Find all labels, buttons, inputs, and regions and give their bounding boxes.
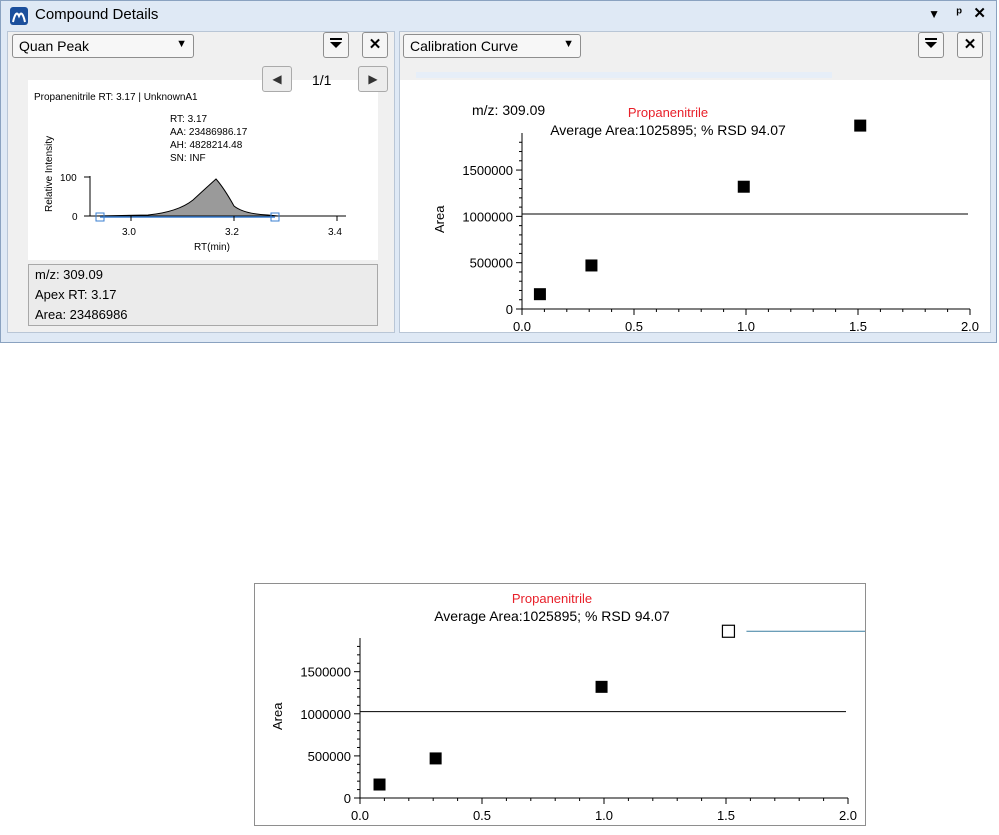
- y-tick-label: 0: [506, 302, 513, 317]
- options-menu-button[interactable]: [918, 32, 944, 58]
- x-tick-label-3-0: 3.0: [122, 227, 136, 238]
- y-tick-label: 1500000: [462, 163, 513, 178]
- y-tick-label: 1000000: [462, 209, 513, 224]
- chart-title: Propanenitrile: [512, 591, 592, 606]
- close-pane-button[interactable]: ✕: [957, 32, 983, 58]
- peak-pager: 1/1: [312, 72, 332, 88]
- peak-plot-area: Propanenitrile RT: 3.17 | UnknownA1 RT: …: [28, 80, 378, 260]
- right-view-selector-label: Calibration Curve: [410, 38, 519, 54]
- chart-subtitle: Average Area:1025895; % RSD 94.07: [550, 122, 786, 138]
- x-tick-label: 1.5: [717, 808, 735, 823]
- x-tick-label: 1.5: [849, 319, 867, 332]
- chevron-down-icon: ▼: [176, 38, 187, 50]
- left-view-selector-label: Quan Peak: [19, 38, 90, 54]
- y-tick-label: 500000: [308, 749, 351, 764]
- calibration-point: [854, 119, 867, 132]
- calibration-chart-zoom: Propanenitrile Average Area:1025895; % RS…: [254, 583, 909, 826]
- next-peak-button[interactable]: ▶: [358, 66, 388, 92]
- y-tick-label: 1000000: [300, 707, 351, 722]
- plot-toolbar-strip: [416, 72, 832, 78]
- calibration-point: [533, 288, 546, 301]
- info-mz: m/z: 309.09: [35, 267, 103, 282]
- peak-header: Propanenitrile RT: 3.17 | UnknownA1: [34, 92, 198, 103]
- calibration-point: [737, 180, 750, 193]
- close-window-icon[interactable]: ✕: [973, 4, 986, 22]
- window-title: Compound Details: [35, 6, 159, 23]
- app-logo-icon: [10, 7, 28, 25]
- right-view-selector[interactable]: Calibration Curve ▼: [403, 34, 581, 58]
- y-tick-label: 500000: [470, 256, 513, 271]
- x-tick-label: 2.0: [961, 319, 979, 332]
- annotation-rt: RT: 3.17: [170, 114, 207, 125]
- annotation-ah: AH: 4828214.48: [170, 140, 243, 151]
- chevron-down-icon: ▼: [563, 38, 574, 50]
- calibration-point: [373, 778, 386, 791]
- annotation-aa: AA: 23486986.17: [170, 127, 248, 138]
- y-tick-label-100: 100: [60, 173, 77, 184]
- peak-area: [95, 178, 279, 217]
- calibration-point-excluded: [721, 624, 736, 638]
- y-axis-label: Area: [270, 702, 285, 730]
- x-axis-label: RT(min): [194, 242, 230, 253]
- x-tick-label: 0.5: [473, 808, 491, 823]
- peak-chromatogram: Propanenitrile RT: 3.17 | UnknownA1 RT: …: [34, 92, 346, 253]
- calibration-plot-area: m/z: 309.09 Propanenitrile Average Area:1…: [400, 80, 990, 332]
- x-tick-label: 0.5: [625, 319, 643, 332]
- menu-lines-icon: [330, 38, 342, 48]
- calibration-point: [585, 259, 598, 272]
- x-tick-label: 2.0: [839, 808, 857, 823]
- close-pane-button[interactable]: ✕: [362, 32, 388, 58]
- x-tick-label-3-2: 3.2: [225, 227, 239, 238]
- chart-title: Propanenitrile: [628, 105, 708, 120]
- chart-subtitle: Average Area:1025895; % RSD 94.07: [434, 608, 670, 624]
- peak-info-box: m/z: 309.09 Apex RT: 3.17 Area: 23486986: [28, 264, 378, 326]
- calibration-curve-pane: Calibration Curve ▼ ✕ m/z: 309.09 Propan…: [399, 31, 991, 333]
- menu-lines-icon: [925, 38, 937, 48]
- annotation-sn: SN: INF: [170, 153, 206, 164]
- y-tick-label-0: 0: [72, 212, 78, 223]
- x-tick-label: 1.0: [595, 808, 613, 823]
- quan-peak-pane: Quan Peak ▼ ✕ Propanenitrile RT: 3.17 | …: [7, 31, 395, 333]
- y-tick-label: 0: [344, 791, 351, 806]
- info-apex-rt: Apex RT: 3.17: [35, 287, 117, 302]
- title-bar: Compound Details ▼ ᵖ ✕: [1, 1, 998, 31]
- x-tick-label-3-4: 3.4: [328, 227, 342, 238]
- calibration-point: [429, 752, 442, 765]
- y-axis-label: Area: [432, 205, 447, 233]
- calibration-point: [595, 680, 608, 693]
- left-view-selector[interactable]: Quan Peak ▼: [12, 34, 194, 58]
- dropdown-menu-icon[interactable]: ▼: [928, 7, 940, 21]
- pin-icon[interactable]: ᵖ: [957, 4, 962, 20]
- x-tick-label: 0.0: [351, 808, 369, 823]
- previous-peak-button[interactable]: ◀: [262, 66, 292, 92]
- x-tick-label: 0.0: [513, 319, 531, 332]
- options-menu-button[interactable]: [323, 32, 349, 58]
- x-tick-label: 1.0: [737, 319, 755, 332]
- calibration-chart-enlarged: Propanenitrile Average Area:1025895; % RS…: [270, 591, 909, 823]
- compound-details-window: Compound Details ▼ ᵖ ✕ Quan Peak ▼ ✕ Pro…: [0, 0, 997, 343]
- y-axis-label: Relative Intensity: [44, 136, 55, 212]
- y-tick-label: 1500000: [300, 665, 351, 680]
- info-area: Area: 23486986: [35, 307, 128, 322]
- calibration-chart: Propanenitrile Average Area:1025895; % RS…: [432, 105, 979, 332]
